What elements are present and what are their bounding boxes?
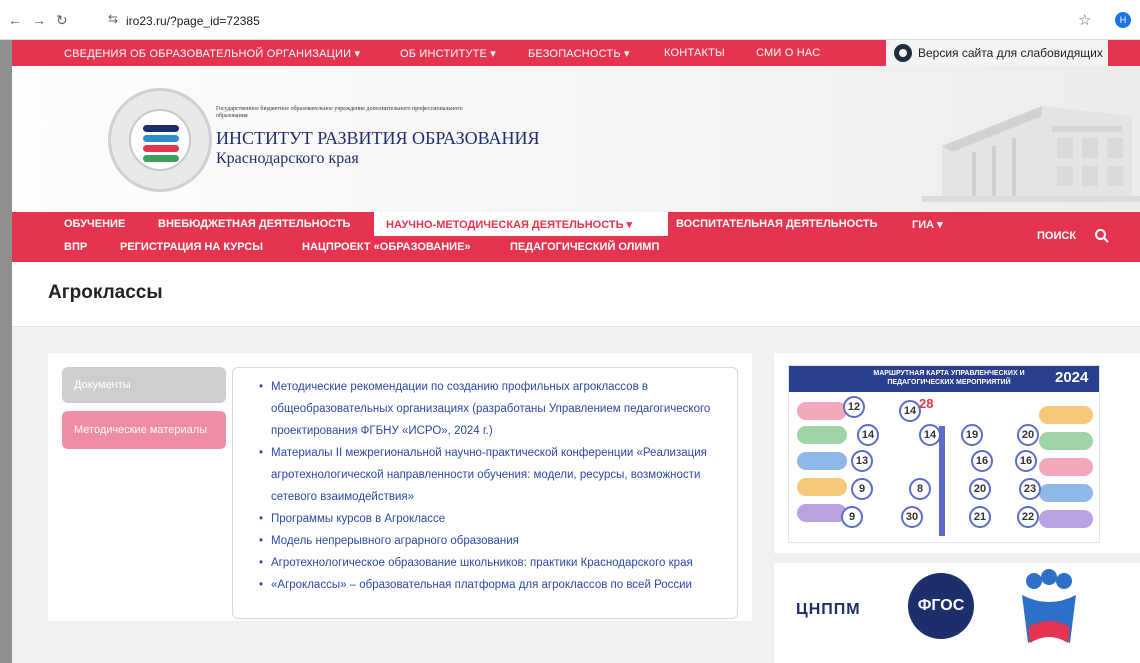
reload-icon[interactable]: ↻: [56, 12, 68, 28]
people-logo-icon[interactable]: [1014, 569, 1084, 649]
poster-date-badge: 13: [851, 450, 873, 472]
main-nav-item-upbringing[interactable]: ВОСПИТАТЕЛЬНАЯ ДЕЯТЕЛЬНОСТЬ: [676, 218, 878, 230]
main-nav-item-registration[interactable]: РЕГИСТРАЦИЯ НА КУРСЫ: [120, 241, 263, 253]
address-bar[interactable]: iro23.ru/?page_id=72385: [126, 14, 260, 28]
forward-icon[interactable]: →: [32, 12, 46, 28]
top-nav-item-about[interactable]: ОБ ИНСТИТУТЕ ▾: [400, 47, 496, 60]
poster-date-badge: 23: [1019, 478, 1041, 500]
main-nav-item-education[interactable]: ОБУЧЕНИЕ: [64, 218, 125, 230]
main-nav: ОБУЧЕНИЕ ВНЕБЮДЖЕТНАЯ ДЕЯТЕЛЬНОСТЬ НАУЧН…: [12, 212, 1140, 262]
materials-card: Документы Методические материалы Методич…: [48, 353, 752, 621]
partners-card: ЦНППМ ФГОС: [774, 563, 1140, 663]
profile-avatar[interactable]: Н: [1115, 12, 1131, 28]
poster-date-badge: 8: [909, 478, 931, 500]
poster-title: МАРШРУТНАЯ КАРТА УПРАВЛЕНЧЕСКИХ И ПЕДАГО…: [873, 370, 1025, 386]
header-org-type: Государственное бюджетное образовательно…: [216, 106, 463, 119]
top-nav-item-org-info[interactable]: СВЕДЕНИЯ ОБ ОБРАЗОВАТЕЛЬНОЙ ОРГАНИЗАЦИИ …: [64, 47, 360, 60]
route-map-card: МАРШРУТНАЯ КАРТА УПРАВЛЕНЧЕСКИХ И ПЕДАГО…: [774, 353, 1140, 553]
accessibility-label: Версия сайта для слабовидящих: [918, 46, 1103, 60]
site-header: Государственное бюджетное образовательно…: [12, 66, 1140, 212]
poster-date-badge: 14: [857, 424, 879, 446]
poster-date-badge: 20: [969, 478, 991, 500]
materials-list-box: Методические рекомендации по созданию пр…: [232, 367, 738, 619]
poster-date-badge: 30: [901, 506, 923, 528]
page-side-shade: [0, 40, 12, 663]
content-area: Документы Методические материалы Методич…: [12, 326, 1140, 663]
poster-date-badge: 22: [1017, 506, 1039, 528]
poster-date-badge: 20: [1017, 424, 1039, 446]
browser-toolbar: ← → ↻ ⇆ iro23.ru/?page_id=72385 ☆ Н: [0, 0, 1140, 40]
material-link[interactable]: Программы курсов в Агроклассе: [259, 508, 729, 530]
top-nav-item-security[interactable]: БЕЗОПАСНОСТЬ ▾: [528, 47, 630, 60]
search-label[interactable]: ПОИСК: [1037, 230, 1076, 242]
sidebar-item-documents[interactable]: Документы: [62, 367, 226, 403]
poster-year: 2024: [1055, 369, 1089, 386]
poster-date-badge: 9: [841, 506, 863, 528]
back-icon[interactable]: ←: [8, 12, 22, 28]
main-nav-item-olymp[interactable]: ПЕДАГОГИЧЕСКИЙ ОЛИМП: [510, 241, 659, 253]
main-nav-item-natproject[interactable]: НАЦПРОЕКТ «ОБРАЗОВАНИЕ»: [302, 241, 471, 253]
main-nav-item-extrabudget[interactable]: ВНЕБЮДЖЕТНАЯ ДЕЯТЕЛЬНОСТЬ: [158, 218, 350, 230]
material-link[interactable]: «Агроклассы» – образовательная платформа…: [259, 574, 729, 596]
poster-date-badge: 16: [971, 450, 993, 472]
poster-date-badge: 9: [851, 478, 873, 500]
main-nav-item-vpr[interactable]: ВПР: [64, 241, 87, 253]
site-settings-icon[interactable]: ⇆: [108, 12, 118, 26]
logo-emblem: [129, 109, 191, 171]
materials-list: Методические рекомендации по созданию пр…: [259, 376, 729, 596]
top-nav-item-media[interactable]: СМИ О НАС: [756, 47, 820, 59]
material-link[interactable]: Агротехнологическое образование школьник…: [259, 552, 729, 574]
header-title[interactable]: ИНСТИТУТ РАЗВИТИЯ ОБРАЗОВАНИЯ: [216, 128, 540, 149]
page-title: Агроклассы: [48, 282, 163, 303]
main-nav-item-gia[interactable]: ГИА ▾: [912, 218, 943, 231]
poster-date-badge: 19: [961, 424, 983, 446]
bookmark-star-icon[interactable]: ☆: [1078, 11, 1091, 29]
material-link[interactable]: Материалы II межрегиональной научно-прак…: [259, 442, 729, 508]
institute-logo[interactable]: [108, 88, 212, 192]
poster-date-badge: 14: [899, 400, 921, 422]
top-nav: СВЕДЕНИЯ ОБ ОБРАЗОВАТЕЛЬНОЙ ОРГАНИЗАЦИИ …: [12, 40, 1140, 66]
poster-date-badge: 12: [843, 396, 865, 418]
sidebar-item-methodical-materials[interactable]: Методические материалы: [62, 411, 226, 449]
building-illustration: [922, 106, 1140, 202]
material-link[interactable]: Модель непрерывного аграрного образовани…: [259, 530, 729, 552]
search-icon[interactable]: [1094, 228, 1110, 244]
cnppm-logo[interactable]: ЦНППМ: [796, 601, 861, 619]
poster-date-badge: 21: [969, 506, 991, 528]
material-link[interactable]: Методические рекомендации по созданию пр…: [259, 376, 729, 442]
header-subtitle: Краснодарского края: [216, 150, 359, 167]
poster-date-badge: 16: [1015, 450, 1037, 472]
poster-date-badge: 14: [919, 424, 941, 446]
fgos-logo[interactable]: ФГОС: [908, 573, 974, 639]
eye-icon: [894, 44, 912, 62]
top-nav-item-contacts[interactable]: КОНТАКТЫ: [664, 47, 725, 59]
main-nav-item-methodical[interactable]: НАУЧНО-МЕТОДИЧЕСКАЯ ДЕЯТЕЛЬНОСТЬ ▾: [386, 218, 632, 231]
accessibility-link[interactable]: Версия сайта для слабовидящих: [886, 40, 1108, 66]
web-page: СВЕДЕНИЯ ОБ ОБРАЗОВАТЕЛЬНОЙ ОРГАНИЗАЦИИ …: [12, 40, 1140, 663]
route-map-poster[interactable]: МАРШРУТНАЯ КАРТА УПРАВЛЕНЧЕСКИХ И ПЕДАГО…: [788, 365, 1100, 543]
poster-highlight-date: 28: [919, 396, 934, 411]
poster-header: МАРШРУТНАЯ КАРТА УПРАВЛЕНЧЕСКИХ И ПЕДАГО…: [789, 366, 1099, 392]
